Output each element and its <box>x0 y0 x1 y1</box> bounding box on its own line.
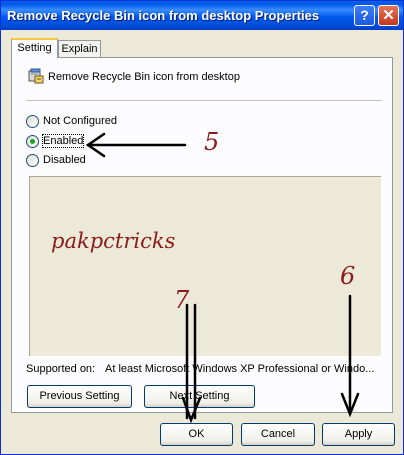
tab-setting-label: Setting <box>17 42 52 54</box>
arrow-to-apply <box>340 294 360 418</box>
arrow-to-enabled <box>85 132 187 158</box>
annotation-arrows <box>85 132 360 424</box>
tab-setting[interactable]: Setting <box>11 38 58 58</box>
arrow-to-ok <box>181 303 202 424</box>
